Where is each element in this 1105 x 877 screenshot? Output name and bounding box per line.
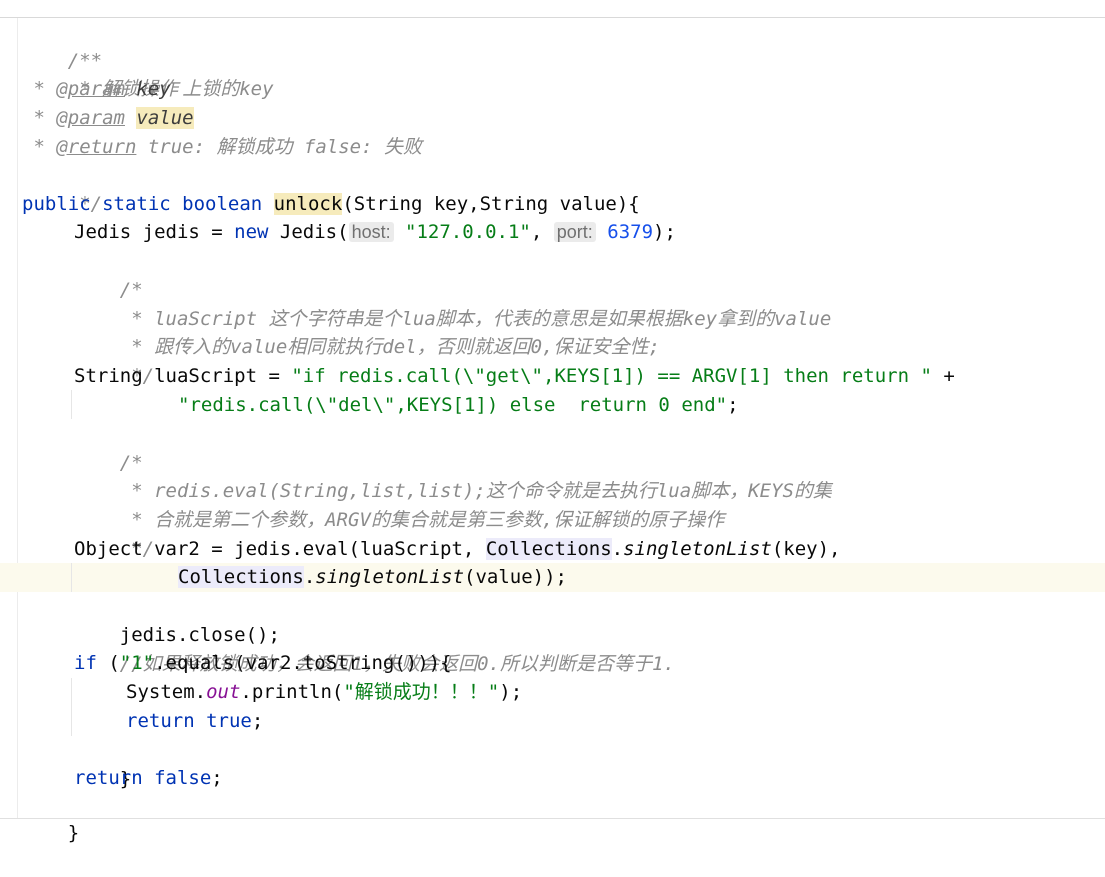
code-text: ); bbox=[499, 681, 523, 703]
string-literal: "if redis.call(\"get\",KEYS[1]) == ARGV[… bbox=[291, 365, 932, 387]
code-line[interactable]: //如果释放锁成功，会返回1，失败会返回0.所以判断是否等于1. bbox=[74, 621, 675, 675]
code-text: String luaScript = bbox=[74, 365, 292, 387]
comment-text: * bbox=[22, 136, 57, 158]
code-text: ( bbox=[96, 652, 120, 674]
string-literal: "127.0.0.1" bbox=[405, 221, 531, 243]
code-line[interactable]: */ bbox=[22, 161, 102, 215]
comment-text: 上锁的key bbox=[170, 78, 274, 100]
code-text: Object var2 = jedis.eval(luaScript, bbox=[74, 538, 486, 560]
code-text: Jedis jedis = bbox=[74, 221, 235, 243]
comment-text: * bbox=[22, 78, 57, 100]
code-line[interactable]: } bbox=[74, 736, 131, 790]
code-text: (String key,String value){ bbox=[342, 193, 640, 215]
string-literal: "redis.call(\"del\",KEYS[1]) else return… bbox=[178, 394, 728, 416]
number-literal: 6379 bbox=[607, 221, 654, 243]
parameter-hint-host: host: bbox=[348, 222, 394, 242]
static-method-call: singletonList bbox=[623, 538, 772, 560]
code-line[interactable]: /** bbox=[22, 18, 102, 72]
code-text: ; bbox=[211, 767, 223, 789]
static-field: out bbox=[206, 681, 241, 703]
code-line[interactable]: System.out.println("解锁成功！！！"); bbox=[126, 678, 522, 707]
editor-top-border bbox=[0, 17, 1105, 18]
comment-text: * 合就是第二个参数，ARGV的集合就是第三参数,保证解锁的原子操作 bbox=[119, 509, 725, 531]
code-text: Jedis( bbox=[268, 221, 349, 243]
code-line[interactable]: * 解锁操作 bbox=[22, 46, 178, 100]
code-text: , bbox=[530, 221, 554, 243]
code-text: ); bbox=[653, 221, 676, 243]
code-line[interactable]: */ bbox=[74, 333, 154, 387]
code-line[interactable]: /* bbox=[74, 420, 143, 474]
code-line[interactable]: * luaScript 这个字符串是个lua脚本，代表的意思是如果根据key拿到… bbox=[74, 276, 831, 330]
code-line[interactable]: } bbox=[22, 790, 79, 844]
javadoc-tag: @param bbox=[56, 107, 125, 129]
code-line[interactable]: return false; bbox=[74, 764, 223, 793]
keyword: public static boolean bbox=[22, 193, 274, 215]
code-line[interactable]: public static boolean unlock(String key,… bbox=[22, 190, 640, 219]
code-line[interactable]: "redis.call(\"del\",KEYS[1]) else return… bbox=[178, 391, 739, 420]
code-text: (key), bbox=[771, 538, 841, 560]
javadoc-param-name: key bbox=[136, 78, 171, 100]
code-line[interactable]: String luaScript = "if redis.call(\"get\… bbox=[74, 362, 955, 391]
code-line[interactable]: * @param key 上锁的key bbox=[22, 75, 274, 104]
javadoc-tag: @return bbox=[56, 136, 137, 158]
keyword: return true bbox=[126, 710, 252, 732]
code-line[interactable]: Jedis jedis = new Jedis(host: "127.0.0.1… bbox=[74, 218, 676, 247]
code-line[interactable]: Collections.singletonList(value)); bbox=[178, 563, 567, 592]
code-editor[interactable]: /** * 解锁操作 * @param key 上锁的key * @param … bbox=[0, 0, 1105, 844]
static-method-call: singletonList bbox=[315, 566, 465, 588]
code-text: ; bbox=[727, 394, 739, 416]
javadoc-tag: @param bbox=[56, 78, 125, 100]
keyword: if bbox=[74, 652, 97, 674]
code-line[interactable]: Object var2 = jedis.eval(luaScript, Coll… bbox=[74, 535, 840, 564]
comment-text: * 跟传入的value相同就执行del，否则就返回0,保证安全性; bbox=[119, 336, 660, 358]
code-line[interactable]: /* bbox=[74, 247, 143, 301]
keyword: new bbox=[234, 221, 269, 243]
code-line[interactable]: */ bbox=[74, 506, 154, 560]
comment-text: true: 解锁成功 false: 失败 bbox=[136, 136, 422, 158]
code-line[interactable]: if ("1".equals(var2.toString())){ bbox=[74, 649, 452, 678]
class-reference: Collections bbox=[178, 566, 304, 588]
gutter-divider bbox=[17, 18, 18, 819]
code-line[interactable]: * @param value bbox=[22, 104, 194, 133]
parameter-hint-port: port: bbox=[553, 222, 596, 242]
code-text: + bbox=[931, 365, 955, 387]
code-line[interactable]: * 合就是第二个参数，ARGV的集合就是第三参数,保证解锁的原子操作 bbox=[74, 477, 724, 531]
code-text: } bbox=[67, 822, 80, 844]
indent-guide bbox=[71, 390, 72, 419]
code-line[interactable]: return true; bbox=[126, 707, 263, 736]
code-text: .println( bbox=[240, 681, 344, 703]
code-line[interactable]: jedis.close(); bbox=[74, 592, 280, 646]
class-reference: Collections bbox=[485, 538, 612, 560]
string-literal: "1" bbox=[119, 652, 155, 674]
code-line[interactable]: * @return true: 解锁成功 false: 失败 bbox=[22, 133, 422, 162]
code-text: . bbox=[611, 538, 624, 560]
string-literal: "解锁成功！！！" bbox=[343, 681, 500, 703]
code-text: .equals(var2.toString())){ bbox=[154, 652, 452, 674]
code-text: . bbox=[303, 566, 316, 588]
code-text: System. bbox=[126, 681, 207, 703]
comment-text: * bbox=[22, 107, 57, 129]
method-name: unlock bbox=[273, 193, 343, 215]
indent-guide bbox=[71, 563, 72, 592]
code-text: ; bbox=[251, 710, 264, 732]
code-line[interactable]: * redis.eval(String,list,list);这个命令就是去执行… bbox=[74, 448, 832, 502]
keyword: return false bbox=[74, 767, 212, 789]
code-line[interactable]: * 跟传入的value相同就执行del，否则就返回0,保证安全性; bbox=[74, 304, 660, 358]
javadoc-param-name: value bbox=[136, 107, 194, 129]
code-text: (value)); bbox=[464, 566, 567, 588]
indent-guide bbox=[71, 678, 72, 736]
